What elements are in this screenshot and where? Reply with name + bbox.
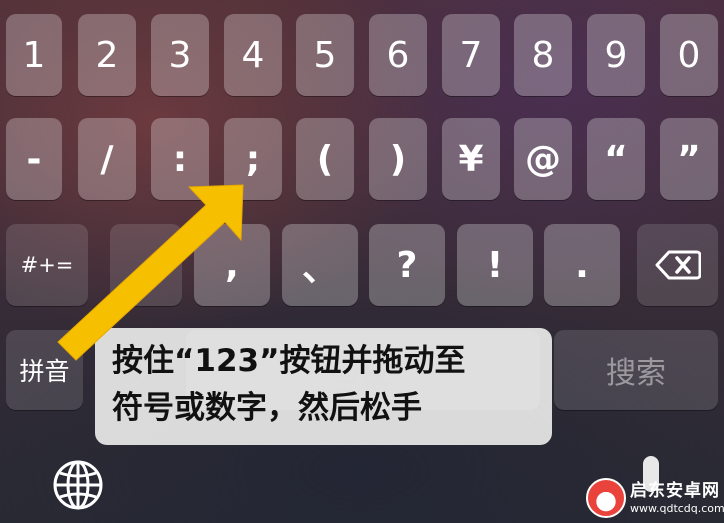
pointer-arrow-icon: [57, 184, 244, 361]
